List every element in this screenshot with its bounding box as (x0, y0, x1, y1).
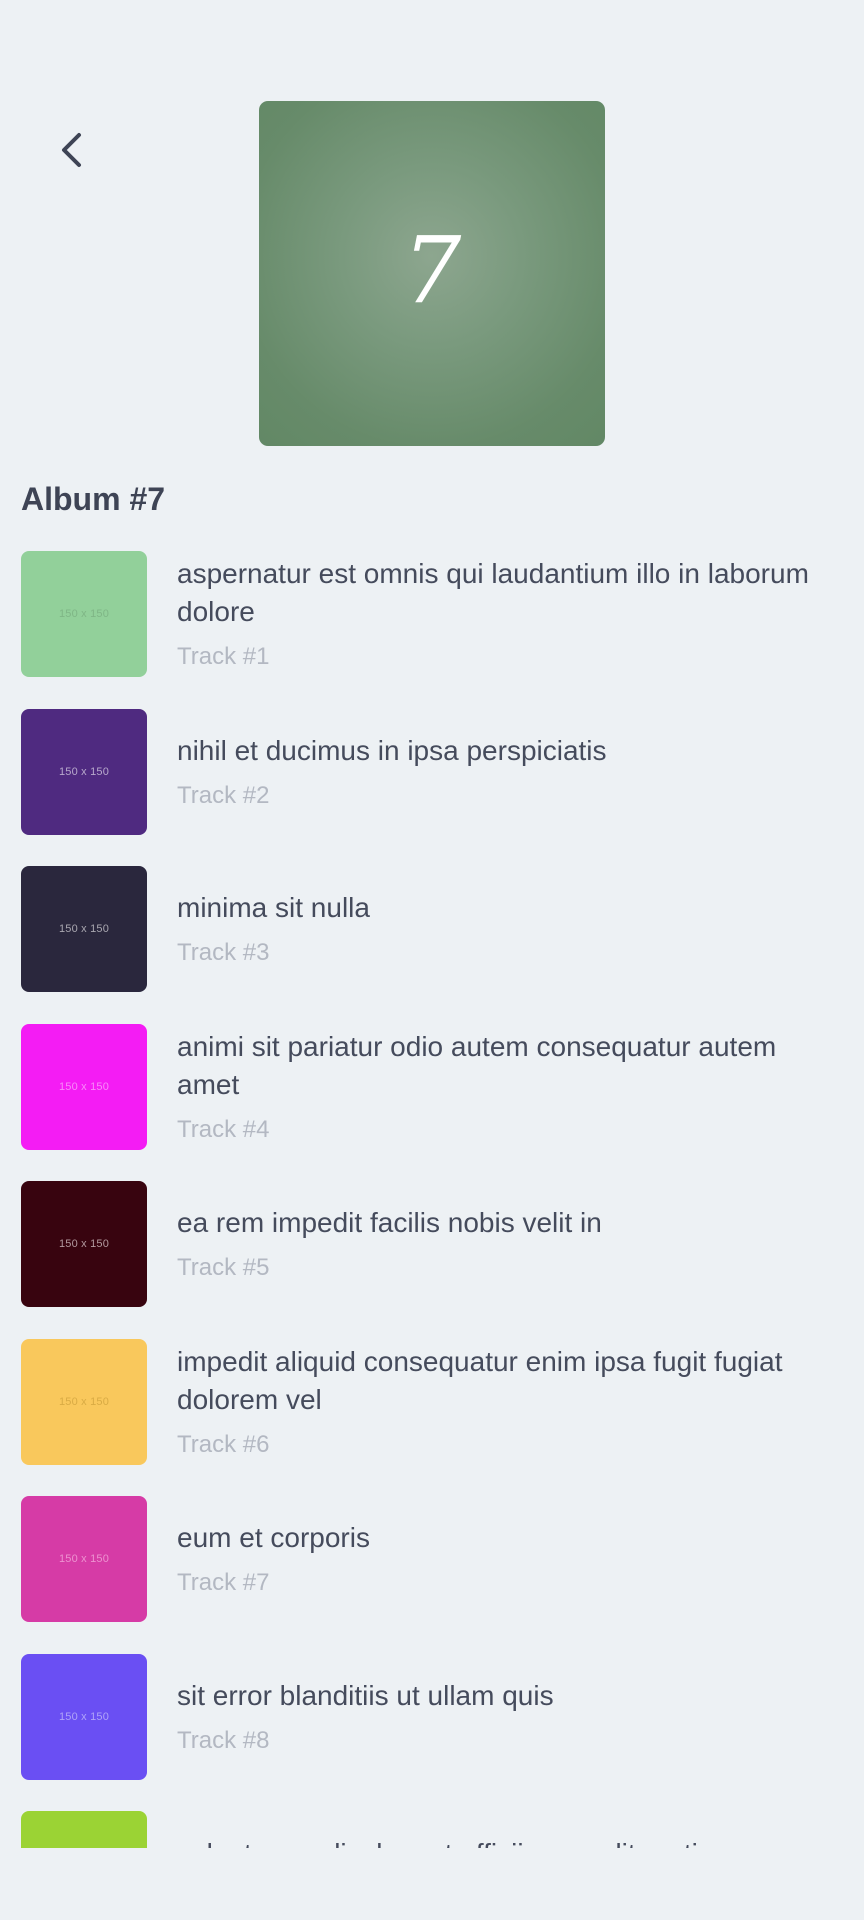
thumbnail-placeholder-text: 150 x 150 (58, 923, 110, 935)
track-text: ea rem impedit facilis nobis velit in Tra… (177, 1181, 837, 1307)
track-title: aspernatur est omnis qui laudantium illo… (177, 557, 809, 627)
thumbnail-placeholder-text: 150 x 150 (58, 766, 110, 778)
track-title: animi sit pariatur odio autem consequatu… (177, 1030, 777, 1100)
thumbnail-placeholder-text: 150 x 150 (58, 1711, 110, 1723)
track-title: ea rem impedit facilis nobis velit in (177, 1206, 602, 1238)
thumbnail-placeholder-text: 150 x 150 (58, 1238, 110, 1250)
track-item[interactable]: 150 x 150 nihil et ducimus in ipsa perspi… (0, 709, 864, 835)
track-thumbnail: 150 x 150 (21, 1181, 147, 1307)
track-item[interactable]: 150 x 150 animi sit pariatur odio autem c… (0, 1024, 864, 1150)
thumbnail-placeholder-text: 150 x 150 (58, 1553, 110, 1565)
track-number-label: Track #1 (177, 642, 270, 670)
track-number-label: Track #8 (177, 1726, 270, 1754)
track-thumbnail: 150 x 150 (21, 709, 147, 835)
track-number-label: Track #3 (177, 938, 270, 966)
track-text: voluptas explicabo est officiis expedita… (177, 1835, 837, 1848)
track-item[interactable]: 150 x 150 impedit aliquid consequatur eni… (0, 1339, 864, 1465)
track-text: impedit aliquid consequatur enim ipsa fu… (177, 1339, 837, 1465)
track-item[interactable]: 150 x 150 aspernatur est omnis qui laudan… (0, 551, 864, 677)
track-text: sit error blanditiis ut ullam quis Track … (177, 1654, 837, 1780)
album-title: Album #7 (21, 481, 166, 517)
track-number-label: Track #2 (177, 781, 270, 809)
track-thumbnail (21, 1811, 147, 1848)
album-detail-screen: 7 Album #7 150 x 150 aspernatur est omnis… (0, 0, 864, 1920)
thumbnail-placeholder-text: 150 x 150 (58, 1396, 110, 1408)
track-list[interactable]: 150 x 150 aspernatur est omnis qui laudan… (0, 551, 864, 1848)
track-thumbnail: 150 x 150 (21, 1496, 147, 1622)
track-text: nihil et ducimus in ipsa perspiciatis Tra… (177, 709, 837, 835)
album-cover-image: 7 (259, 101, 605, 446)
track-title: sit error blanditiis ut ullam quis (177, 1679, 554, 1711)
track-thumbnail: 150 x 150 (21, 1024, 147, 1150)
track-title: eum et corporis (177, 1521, 370, 1553)
track-title: nihil et ducimus in ipsa perspiciatis (177, 734, 607, 766)
chevron-left-icon (62, 133, 81, 167)
track-item[interactable]: 150 x 150 eum et corporis Track #7 (0, 1496, 864, 1622)
track-title: voluptas explicabo est officiis expedita… (177, 1835, 837, 1848)
thumbnail-placeholder-text: 150 x 150 (58, 608, 110, 620)
track-thumbnail: 150 x 150 (21, 1654, 147, 1780)
track-text: eum et corporis Track #7 (177, 1496, 837, 1622)
track-thumbnail: 150 x 150 (21, 1339, 147, 1465)
track-text: aspernatur est omnis qui laudantium illo… (177, 551, 837, 677)
track-thumbnail: 150 x 150 (21, 551, 147, 677)
track-title: minima sit nulla (177, 891, 370, 923)
track-number-label: Track #7 (177, 1568, 270, 1596)
track-item[interactable]: 150 x 150 sit error blanditiis ut ullam q… (0, 1654, 864, 1780)
track-number-label: Track #4 (177, 1115, 270, 1143)
track-item[interactable]: voluptas explicabo est officiis expedita… (0, 1811, 864, 1848)
track-item[interactable]: 150 x 150 minima sit nulla Track #3 (0, 866, 864, 992)
thumbnail-placeholder-text: 150 x 150 (58, 1081, 110, 1093)
track-thumbnail: 150 x 150 (21, 866, 147, 992)
track-item[interactable]: 150 x 150 ea rem impedit facilis nobis ve… (0, 1181, 864, 1307)
track-title: impedit aliquid consequatur enim ipsa fu… (177, 1345, 783, 1415)
track-text: animi sit pariatur odio autem consequatu… (177, 1024, 837, 1150)
track-number-label: Track #5 (177, 1253, 270, 1281)
album-cover-numeral: 7 (402, 216, 462, 324)
track-number-label: Track #6 (177, 1430, 270, 1458)
track-text: minima sit nulla Track #3 (177, 866, 837, 992)
back-button[interactable] (42, 118, 102, 182)
